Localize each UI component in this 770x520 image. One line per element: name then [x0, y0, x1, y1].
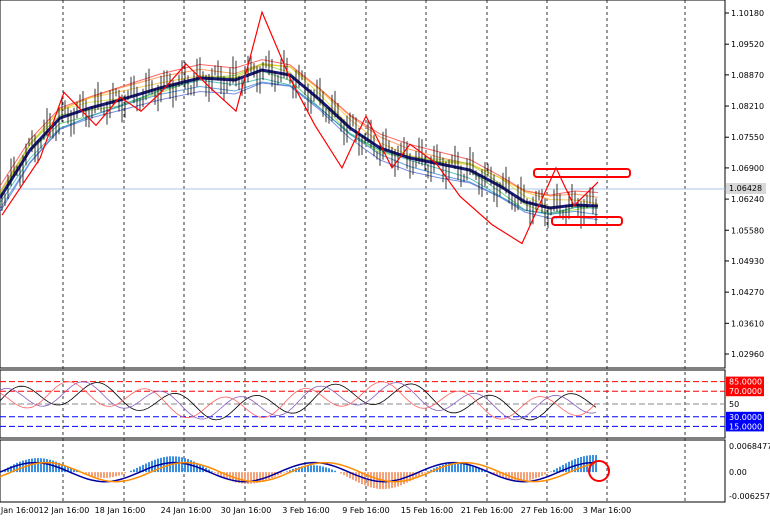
price-tick-label: 1.04270 [731, 288, 764, 297]
price-tick-label: 1.06240 [731, 195, 764, 204]
time-tick-label: 6 Jan 16:00 [0, 506, 39, 515]
osc-level-label: 30.0000 [729, 413, 762, 422]
time-tick-label: 21 Feb 16:00 [461, 506, 513, 515]
time-tick-label: 15 Feb 16:00 [401, 506, 453, 515]
price-tick-label: 1.10180 [731, 9, 764, 18]
trading-chart[interactable]: 1.10180 1.09520 1.08870 1.08210 1.07550 1.069… [0, 0, 770, 520]
price-tick-label: 1.06900 [731, 164, 764, 173]
time-tick-label: 24 Jan 16:00 [161, 506, 212, 515]
histogram-tick-label: 0.0068477 [729, 442, 770, 451]
histogram-axis: 0.0068477 0.00 -0.0062573 [729, 442, 770, 501]
current-price-label: 1.06428 [729, 184, 762, 193]
histogram-tick-label: 0.00 [729, 468, 747, 477]
price-tick-label: 1.04930 [731, 257, 764, 266]
time-tick-label: 27 Feb 16:00 [521, 506, 573, 515]
current-price-tag: 1.06428 [726, 183, 766, 194]
time-tick-label: 12 Jan 16:00 [39, 506, 90, 515]
osc-level-label: 15.0000 [729, 422, 762, 431]
time-tick-label: 9 Feb 16:00 [342, 506, 389, 515]
histogram-tick-label: -0.0062573 [729, 492, 770, 501]
osc-level-label: 70.0000 [729, 387, 762, 396]
price-tick-label: 1.03610 [731, 319, 764, 328]
time-tick-label: 18 Jan 16:00 [95, 506, 146, 515]
price-tick-label: 1.08870 [731, 71, 764, 80]
price-tick-label: 1.02960 [731, 350, 764, 359]
time-tick-label: 3 Mar 16:00 [583, 506, 631, 515]
price-tick-label: 1.05580 [731, 226, 764, 235]
price-tick-label: 1.08210 [731, 102, 764, 111]
time-tick-label: 30 Jan 16:00 [221, 506, 272, 515]
price-tick-label: 1.09520 [731, 40, 764, 49]
time-axis: 6 Jan 16:0012 Jan 16:00 18 Jan 16:00 24 Ja… [0, 506, 631, 515]
osc-level-label: 85.0000 [729, 378, 762, 387]
time-tick-label: 3 Feb 16:00 [282, 506, 329, 515]
osc-level-label: 50 [729, 400, 739, 409]
price-tick-label: 1.07550 [731, 133, 764, 142]
